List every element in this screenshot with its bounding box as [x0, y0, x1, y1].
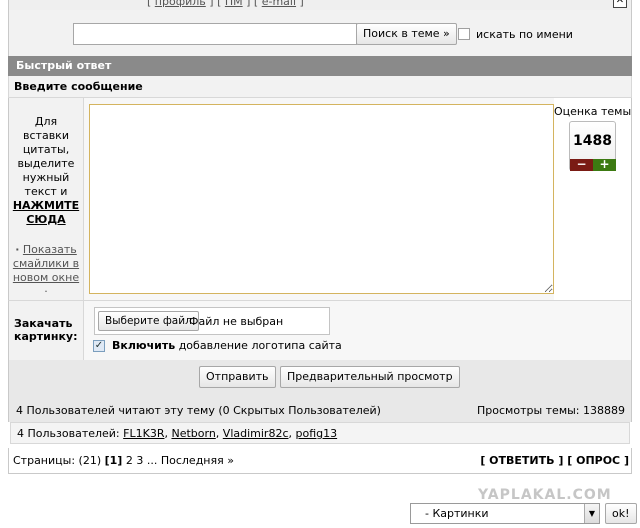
- user-link[interactable]: pofig13: [296, 427, 338, 440]
- page-link-3[interactable]: 3: [136, 454, 143, 467]
- quote-selection-link-line[interactable]: НАЖМИТЕ: [9, 199, 83, 213]
- logo-option-bold: Включить: [112, 339, 176, 352]
- forum-jump-go-button[interactable]: ok!: [605, 503, 637, 524]
- user-link[interactable]: Netborn: [171, 427, 215, 440]
- pm-link[interactable]: ПМ: [225, 0, 243, 8]
- readers-prefix: 4 Пользователей:: [17, 427, 120, 440]
- show-smiles-link[interactable]: смайлики в: [13, 257, 79, 270]
- views-count: Просмотры темы: 138889: [477, 404, 625, 417]
- search-by-name-checkbox[interactable]: [458, 28, 470, 40]
- preview-button[interactable]: Предварительный просмотр: [280, 366, 460, 388]
- bracket: [: [147, 0, 152, 8]
- search-by-name-label: искать по имени: [476, 28, 573, 41]
- hint-line: вставки: [23, 129, 69, 142]
- logo-option-text: добавление логотипа сайта: [178, 339, 342, 352]
- last-page-link[interactable]: Последняя »: [161, 454, 234, 467]
- email-link[interactable]: e-mail: [262, 0, 296, 8]
- rate-down-button[interactable]: −: [570, 158, 593, 171]
- forum-jump-select[interactable]: - Картинки ▼: [410, 503, 600, 524]
- pagination: Страницы: (21) [1] 2 3 ... Последняя »: [13, 454, 234, 467]
- hint-line: выделите: [17, 157, 75, 170]
- message-textarea[interactable]: [89, 104, 554, 294]
- submit-button[interactable]: Отправить: [199, 366, 276, 388]
- hint-line: Для: [34, 115, 58, 128]
- quick-reply-header: Быстрый ответ: [8, 56, 632, 76]
- reply-link[interactable]: [ ОТВЕТИТЬ ]: [480, 454, 563, 467]
- search-in-topic-button[interactable]: Поиск в теме »: [356, 23, 457, 45]
- bullet: ·: [15, 243, 20, 256]
- upload-label-line: Закачать: [14, 317, 73, 330]
- upload-label: Закачать картинку:: [8, 300, 84, 360]
- bracket: ] [: [246, 0, 259, 8]
- user-link[interactable]: Vladimir82c: [223, 427, 289, 440]
- upload-label-line: картинку:: [14, 330, 78, 343]
- show-smiles-link[interactable]: Показать: [23, 243, 77, 256]
- pages-label[interactable]: Страницы:: [13, 454, 75, 467]
- pages-total: (21): [78, 454, 102, 467]
- page-link-2[interactable]: 2: [126, 454, 133, 467]
- pages-ellipsis: ...: [146, 454, 158, 467]
- quote-selection-link-line[interactable]: СЮДА: [9, 213, 83, 227]
- readers-list: 4 Пользователей: FL1K3R, Netborn, Vladim…: [10, 422, 630, 444]
- chevron-down-icon[interactable]: ▼: [584, 504, 599, 523]
- top-links-bar: [ профиль ] [ ПМ ] [ e-mail ] ✕: [8, 0, 632, 10]
- quote-hint: Для вставки цитаты, выделите нужный текс…: [8, 98, 84, 300]
- no-file-label: Файл не выбран: [189, 315, 284, 328]
- forum-jump-selected: - Картинки: [425, 507, 489, 520]
- readers-list-text: 4 Пользователей: FL1K3R, Netborn, Vladim…: [17, 427, 338, 440]
- profile-link[interactable]: профиль: [155, 0, 206, 8]
- choose-file-button[interactable]: Выберите файл: [98, 311, 199, 331]
- rating-title: Оценка темы: [554, 105, 632, 118]
- show-smiles-link[interactable]: новом окне: [13, 271, 79, 284]
- pagination-bar: Страницы: (21) [1] 2 3 ... Последняя » […: [8, 448, 632, 474]
- rate-up-button[interactable]: +: [593, 158, 616, 171]
- bracket: ]: [299, 0, 304, 8]
- poll-link[interactable]: [ ОПРОС ]: [567, 454, 629, 467]
- file-picker: Выберите файл Файл не выбран: [94, 307, 330, 335]
- rating-value: 1488: [573, 133, 612, 149]
- submit-row: Отправить Предварительный просмотр: [8, 360, 632, 396]
- bullet: ·: [44, 285, 48, 298]
- site-watermark: YAPLAKAL.COM: [478, 487, 612, 503]
- quote-selection-link[interactable]: НАЖМИТЕ СЮДА: [9, 199, 83, 227]
- logo-checkbox[interactable]: ✓: [93, 340, 105, 352]
- profile-links: [ профиль ] [ ПМ ] [ e-mail ]: [147, 0, 304, 8]
- topic-stats: 4 Пользователей читают эту тему (0 Скрыт…: [8, 396, 632, 422]
- topic-search-bar: Поиск в теме » искать по имени: [8, 10, 632, 56]
- readers-count: 4 Пользователей читают эту тему (0 Скрыт…: [16, 404, 381, 417]
- hint-line: цитаты,: [22, 143, 70, 156]
- close-icon[interactable]: ✕: [613, 0, 627, 8]
- logo-option-label: Включить добавление логотипа сайта: [112, 339, 342, 352]
- enter-message-label: Введите сообщение: [8, 76, 632, 98]
- topic-search-input[interactable]: [73, 23, 357, 45]
- hint-line: нужный: [22, 171, 70, 184]
- current-page: [1]: [104, 454, 123, 467]
- bracket: ] [: [209, 0, 222, 8]
- hint-line: текст и: [24, 185, 68, 198]
- topic-actions: [ ОТВЕТИТЬ ] [ ОПРОС ]: [480, 454, 629, 467]
- show-smiles-block: · Показать смайлики в новом окне ·: [9, 243, 83, 299]
- user-link[interactable]: FL1K3R: [123, 427, 164, 440]
